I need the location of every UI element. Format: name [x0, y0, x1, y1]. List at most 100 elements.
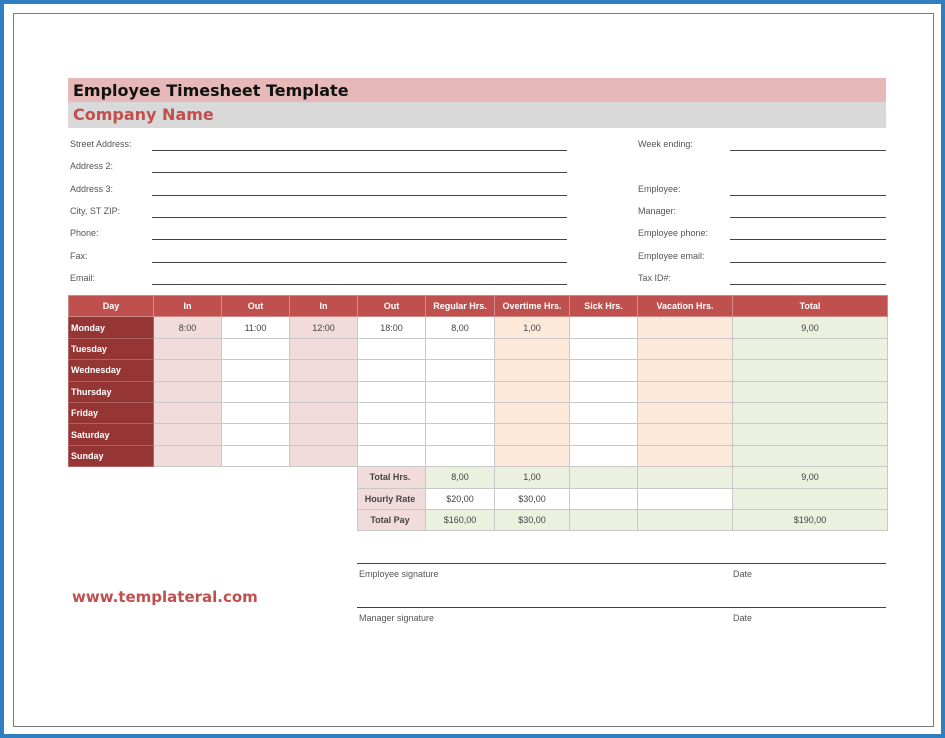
time-out-cell[interactable]	[221, 337, 290, 361]
day-cell: Saturday	[68, 423, 154, 446]
time-out-cell[interactable]: 18:00	[357, 316, 426, 339]
overtime-hrs-cell[interactable]	[494, 444, 570, 468]
total-cell	[732, 423, 888, 446]
company-name[interactable]: Company Name	[73, 105, 214, 124]
address3-field[interactable]	[152, 195, 567, 196]
time-out-cell[interactable]: 11:00	[221, 316, 290, 339]
header-regular-hrs: Regular Hrs.	[425, 294, 495, 318]
time-in-cell[interactable]	[289, 337, 358, 361]
time-out-cell[interactable]	[221, 359, 290, 382]
city-zip-label: City, ST ZIP:	[70, 206, 121, 216]
employee-field[interactable]	[730, 195, 886, 196]
overtime-hrs-cell[interactable]	[494, 337, 570, 361]
street-address-label: Street Address:	[70, 139, 132, 149]
sick-rate-cell[interactable]	[569, 487, 638, 510]
overtime-hrs-cell[interactable]	[494, 359, 570, 382]
regular-hrs-cell[interactable]	[425, 423, 495, 446]
overtime-pay-cell: $30,00	[494, 508, 570, 532]
regular-hrs-cell[interactable]	[425, 359, 495, 382]
tax-id-label: Tax ID#:	[638, 273, 672, 283]
time-out-cell[interactable]	[221, 401, 290, 425]
time-out-cell[interactable]	[357, 401, 426, 425]
vacation-hrs-cell[interactable]	[637, 401, 733, 425]
address2-field[interactable]	[152, 172, 567, 173]
summary-row-total-pay: Total Pay $160,00 $30,00 $190,00	[69, 508, 888, 532]
employee-email-field[interactable]	[730, 262, 886, 263]
vacation-hrs-cell[interactable]	[637, 444, 733, 468]
time-in-cell[interactable]	[153, 401, 222, 425]
summary-row-hourly-rate: Hourly Rate $20,00 $30,00	[69, 487, 888, 510]
time-out-cell[interactable]	[357, 359, 426, 382]
sick-hrs-cell[interactable]	[569, 401, 638, 425]
time-in-cell[interactable]	[153, 423, 222, 446]
regular-hrs-cell[interactable]	[425, 444, 495, 468]
email-field[interactable]	[152, 284, 567, 285]
table-row: Tuesday	[68, 337, 888, 361]
time-in-cell[interactable]	[289, 423, 358, 446]
sick-pay-cell	[569, 508, 638, 532]
sick-hrs-cell[interactable]	[569, 359, 638, 382]
city-zip-field[interactable]	[152, 217, 567, 218]
sick-hrs-cell[interactable]	[569, 444, 638, 468]
employee-label: Employee:	[638, 184, 681, 194]
vacation-hrs-cell[interactable]	[637, 423, 733, 446]
regular-hrs-cell[interactable]	[425, 401, 495, 425]
time-in-cell[interactable]	[153, 380, 222, 403]
email-label: Email:	[70, 273, 96, 283]
regular-rate-cell[interactable]: $20,00	[425, 487, 495, 510]
time-out-cell[interactable]	[221, 380, 290, 403]
address2-label: Address 2:	[70, 161, 114, 171]
overtime-hrs-cell[interactable]	[494, 423, 570, 446]
sick-hrs-cell[interactable]	[569, 380, 638, 403]
total-overtime-hrs: 1,00	[494, 466, 570, 489]
regular-hrs-cell[interactable]	[425, 380, 495, 403]
website-link[interactable]: www.templateral.com	[72, 588, 258, 606]
regular-hrs-cell[interactable]	[425, 337, 495, 361]
week-ending-field[interactable]	[730, 150, 886, 151]
time-in-cell[interactable]	[289, 444, 358, 468]
day-cell: Wednesday	[68, 359, 154, 382]
time-out-cell[interactable]	[357, 444, 426, 468]
time-in-cell[interactable]	[153, 337, 222, 361]
tax-id-field[interactable]	[730, 284, 886, 285]
time-in-cell[interactable]: 8:00	[153, 316, 222, 339]
day-cell: Friday	[68, 401, 154, 425]
time-out-cell[interactable]	[357, 380, 426, 403]
company-bar: Company Name	[68, 102, 886, 128]
time-in-cell[interactable]	[153, 359, 222, 382]
vacation-hrs-cell[interactable]	[637, 380, 733, 403]
time-in-cell[interactable]	[289, 380, 358, 403]
time-in-cell[interactable]: 12:00	[289, 316, 358, 339]
manager-signature-line[interactable]	[357, 607, 886, 608]
phone-label: Phone:	[70, 228, 99, 238]
street-address-field[interactable]	[152, 150, 567, 151]
time-in-cell[interactable]	[289, 359, 358, 382]
total-cell: 9,00	[732, 316, 888, 339]
employee-signature-line[interactable]	[357, 563, 886, 564]
sick-hrs-cell[interactable]	[569, 423, 638, 446]
sick-hrs-cell[interactable]	[569, 316, 638, 339]
vacation-hrs-cell[interactable]	[637, 359, 733, 382]
overtime-hrs-cell[interactable]: 1,00	[494, 316, 570, 339]
time-out-cell[interactable]	[357, 337, 426, 361]
overtime-hrs-cell[interactable]	[494, 401, 570, 425]
sick-hrs-cell[interactable]	[569, 337, 638, 361]
time-out-cell[interactable]	[357, 423, 426, 446]
day-cell: Thursday	[68, 380, 154, 403]
time-out-cell[interactable]	[221, 444, 290, 468]
manager-field[interactable]	[730, 217, 886, 218]
fax-field[interactable]	[152, 262, 567, 263]
vacation-hrs-cell[interactable]	[637, 316, 733, 339]
employee-phone-field[interactable]	[730, 239, 886, 240]
time-out-cell[interactable]	[221, 423, 290, 446]
overtime-hrs-cell[interactable]	[494, 380, 570, 403]
table-row: Monday 8:00 11:00 12:00 18:00 8,00 1,00 …	[68, 316, 888, 339]
vacation-hrs-cell[interactable]	[637, 337, 733, 361]
phone-field[interactable]	[152, 239, 567, 240]
regular-hrs-cell[interactable]: 8,00	[425, 316, 495, 339]
time-in-cell[interactable]	[153, 444, 222, 468]
table-row: Thursday	[68, 380, 888, 403]
overtime-rate-cell[interactable]: $30,00	[494, 487, 570, 510]
vacation-rate-cell[interactable]	[637, 487, 733, 510]
time-in-cell[interactable]	[289, 401, 358, 425]
